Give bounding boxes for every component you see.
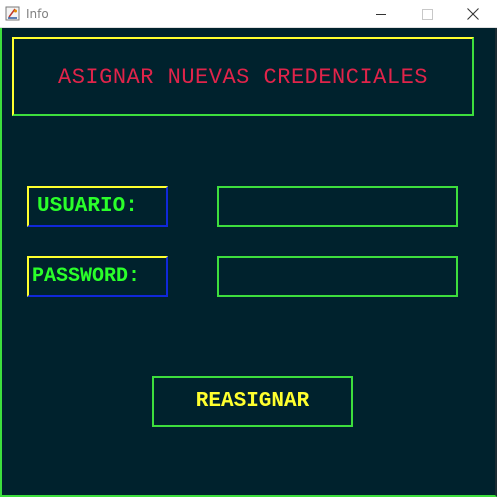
- window-title: Info: [26, 7, 49, 21]
- usuario-label: USUARIO:: [27, 186, 168, 227]
- maximize-icon: [422, 9, 433, 20]
- usuario-input[interactable]: [217, 186, 458, 227]
- info-window: Info ASIGNAR NUEVAS CREDENCIALES USUARIO…: [0, 0, 497, 497]
- password-label: PASSWORD:: [27, 256, 168, 297]
- content-panel: ASIGNAR NUEVAS CREDENCIALES USUARIO: PAS…: [0, 28, 497, 497]
- minimize-icon: [376, 14, 386, 15]
- java-app-icon: [5, 6, 20, 21]
- header-panel: ASIGNAR NUEVAS CREDENCIALES: [12, 37, 474, 116]
- close-icon: [467, 8, 479, 20]
- minimize-button[interactable]: [358, 0, 404, 28]
- page-title: ASIGNAR NUEVAS CREDENCIALES: [58, 65, 428, 90]
- maximize-button[interactable]: [404, 0, 450, 28]
- title-bar[interactable]: Info: [0, 0, 497, 28]
- password-input[interactable]: [217, 256, 458, 297]
- close-button[interactable]: [450, 0, 496, 28]
- reasignar-button[interactable]: REASIGNAR: [152, 376, 353, 427]
